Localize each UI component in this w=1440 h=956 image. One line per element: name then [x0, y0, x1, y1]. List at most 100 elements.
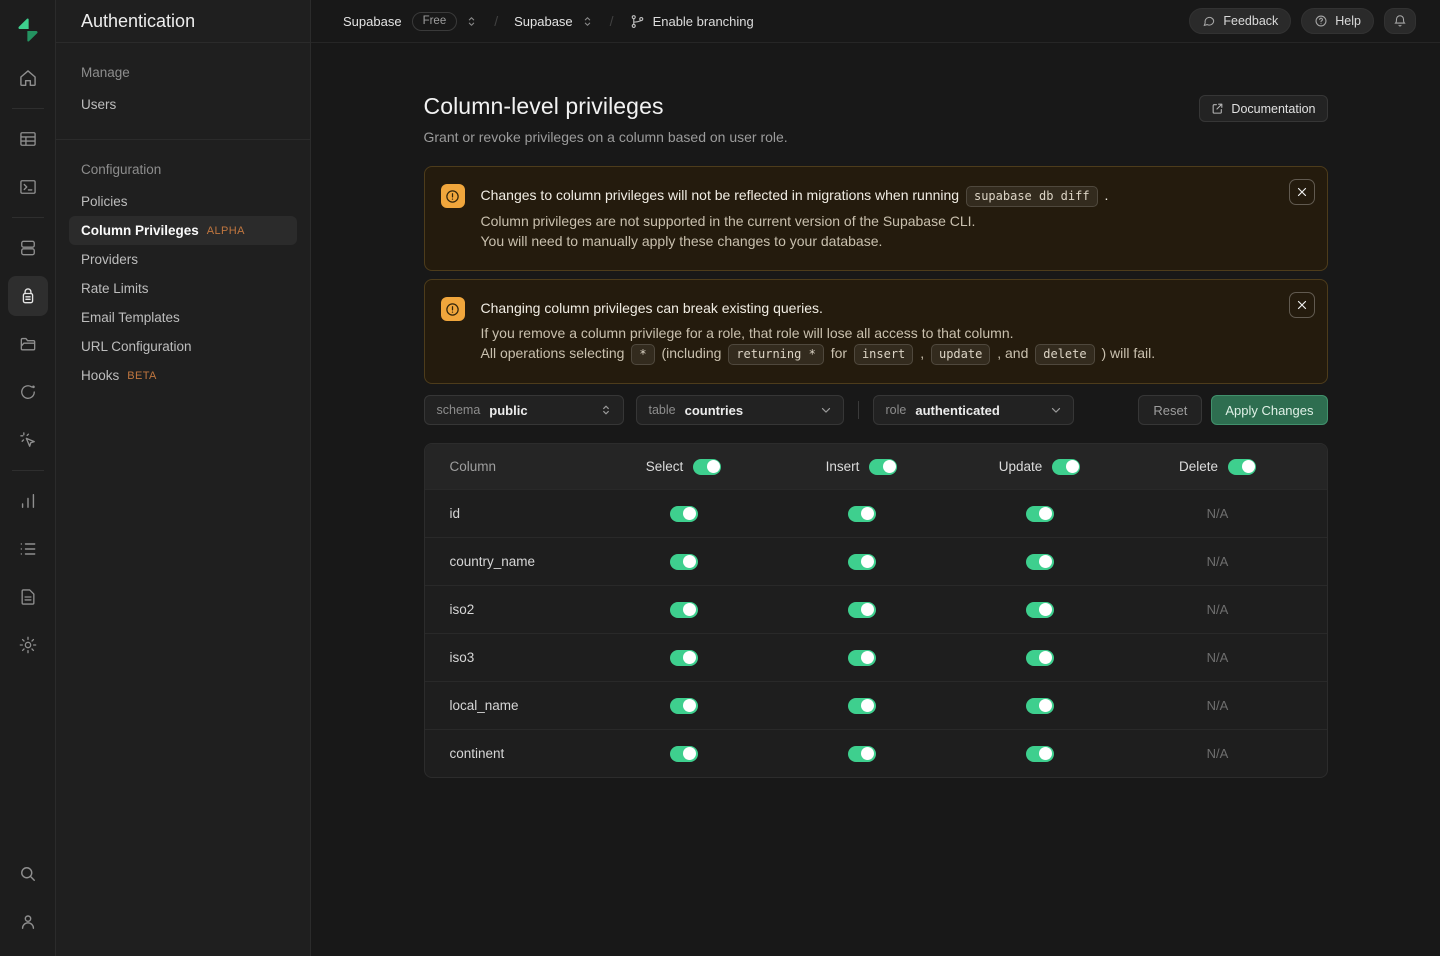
advisors-icon[interactable]: [8, 420, 48, 460]
user-icon[interactable]: [8, 902, 48, 942]
help-button[interactable]: Help: [1301, 8, 1374, 34]
auth-sidebar: Authentication Manage Users Configuratio…: [56, 0, 311, 956]
insert-toggle[interactable]: [848, 506, 876, 522]
auth-lock-icon[interactable]: [8, 276, 48, 316]
update-all-toggle[interactable]: [1052, 459, 1080, 475]
bell-icon: [1393, 14, 1407, 28]
table-row: continent N/A: [425, 729, 1327, 777]
code-chip: update: [931, 344, 990, 365]
help-circle-icon: [1314, 14, 1328, 28]
update-toggle[interactable]: [1026, 650, 1054, 666]
storage-icon[interactable]: [8, 324, 48, 364]
sidebar-item-email-templates[interactable]: Email Templates: [69, 303, 297, 332]
icon-rail: [0, 0, 56, 956]
documentation-button[interactable]: Documentation: [1199, 95, 1327, 122]
update-toggle[interactable]: [1026, 602, 1054, 618]
chevron-down-icon: [1049, 403, 1063, 417]
na-label: N/A: [1207, 746, 1229, 761]
reset-button[interactable]: Reset: [1138, 395, 1202, 425]
delete-header: Delete: [1129, 459, 1307, 475]
banner-title: Changes to column privileges will not be…: [481, 186, 1109, 206]
org-selector-icon[interactable]: [465, 15, 478, 28]
banner-line: You will need to manually apply these ch…: [481, 231, 1109, 251]
rail-divider: [12, 470, 44, 471]
plan-badge[interactable]: Free: [412, 12, 458, 31]
update-toggle[interactable]: [1026, 506, 1054, 522]
insert-toggle[interactable]: [848, 746, 876, 762]
table-row: id N/A: [425, 489, 1327, 537]
breadcrumb-separator: /: [610, 13, 614, 29]
chevron-down-icon: [819, 403, 833, 417]
select-toggle[interactable]: [670, 554, 698, 570]
select-all-toggle[interactable]: [693, 459, 721, 475]
chat-bubble-icon: [1202, 14, 1216, 28]
sidebar-section-manage: Manage Users: [56, 43, 310, 139]
sidebar-item-rate-limits[interactable]: Rate Limits: [69, 274, 297, 303]
table-row: country_name N/A: [425, 537, 1327, 585]
content-scroll[interactable]: Column-level privileges Grant or revoke …: [311, 43, 1440, 956]
banner-line: All operations selecting * (including re…: [481, 343, 1156, 364]
warning-banner-migrations: Changes to column privileges will not be…: [424, 166, 1328, 271]
notifications-button[interactable]: [1384, 8, 1416, 34]
na-label: N/A: [1207, 650, 1229, 665]
insert-all-toggle[interactable]: [869, 459, 897, 475]
close-icon[interactable]: [1289, 292, 1315, 318]
table-row: local_name N/A: [425, 681, 1327, 729]
select-toggle[interactable]: [670, 506, 698, 522]
role-select[interactable]: role authenticated: [873, 395, 1074, 425]
select-toggle[interactable]: [670, 698, 698, 714]
insert-toggle[interactable]: [848, 602, 876, 618]
database-icon[interactable]: [8, 228, 48, 268]
banner-line: Column privileges are not supported in t…: [481, 211, 1109, 231]
search-icon[interactable]: [8, 854, 48, 894]
banner-title: Changing column privileges can break exi…: [481, 299, 1156, 318]
main-area: Supabase Free / Supabase / Enable branch…: [311, 0, 1440, 956]
project-selector-icon[interactable]: [581, 15, 594, 28]
supabase-logo[interactable]: [8, 10, 48, 50]
sidebar-item-column-privileges[interactable]: Column Privileges ALPHA: [69, 216, 297, 245]
enable-branching-button[interactable]: Enable branching: [630, 14, 754, 29]
sidebar-section-configuration: Configuration Policies Column Privileges…: [56, 139, 310, 410]
external-link-icon: [1211, 102, 1224, 115]
sidebar-item-policies[interactable]: Policies: [69, 187, 297, 216]
code-chip: returning *: [728, 344, 823, 365]
delete-all-toggle[interactable]: [1228, 459, 1256, 475]
git-branch-icon: [630, 14, 645, 29]
code-chip: insert: [854, 344, 913, 365]
sidebar-item-hooks[interactable]: Hooks BETA: [69, 361, 297, 390]
table-editor-icon[interactable]: [8, 119, 48, 159]
warning-icon: [441, 184, 465, 208]
select-toggle[interactable]: [670, 650, 698, 666]
select-toggle[interactable]: [670, 602, 698, 618]
table-header-row: Column Select Insert Update: [425, 444, 1327, 489]
breadcrumb-project[interactable]: Supabase: [514, 14, 573, 29]
page-header: Column-level privileges Grant or revoke …: [424, 93, 1328, 145]
reports-icon[interactable]: [8, 481, 48, 521]
alpha-badge: ALPHA: [207, 225, 245, 237]
settings-icon[interactable]: [8, 625, 48, 665]
update-toggle[interactable]: [1026, 698, 1054, 714]
sidebar-item-users[interactable]: Users: [69, 90, 297, 119]
sidebar-item-url-configuration[interactable]: URL Configuration: [69, 332, 297, 361]
api-docs-icon[interactable]: [8, 577, 48, 617]
home-icon[interactable]: [8, 58, 48, 98]
logs-icon[interactable]: [8, 529, 48, 569]
select-toggle[interactable]: [670, 746, 698, 762]
insert-toggle[interactable]: [848, 554, 876, 570]
breadcrumb-org[interactable]: Supabase: [343, 14, 402, 29]
insert-toggle[interactable]: [848, 650, 876, 666]
update-toggle[interactable]: [1026, 554, 1054, 570]
close-icon[interactable]: [1289, 179, 1315, 205]
insert-toggle[interactable]: [848, 698, 876, 714]
sql-editor-icon[interactable]: [8, 167, 48, 207]
app-root: Authentication Manage Users Configuratio…: [0, 0, 1440, 956]
schema-select[interactable]: schema public: [424, 395, 624, 425]
insert-header: Insert: [773, 459, 951, 475]
realtime-icon[interactable]: [8, 372, 48, 412]
code-chip: *: [631, 344, 654, 365]
table-select[interactable]: table countries: [636, 395, 844, 425]
sidebar-item-providers[interactable]: Providers: [69, 245, 297, 274]
feedback-button[interactable]: Feedback: [1189, 8, 1291, 34]
update-toggle[interactable]: [1026, 746, 1054, 762]
apply-changes-button[interactable]: Apply Changes: [1211, 395, 1327, 425]
